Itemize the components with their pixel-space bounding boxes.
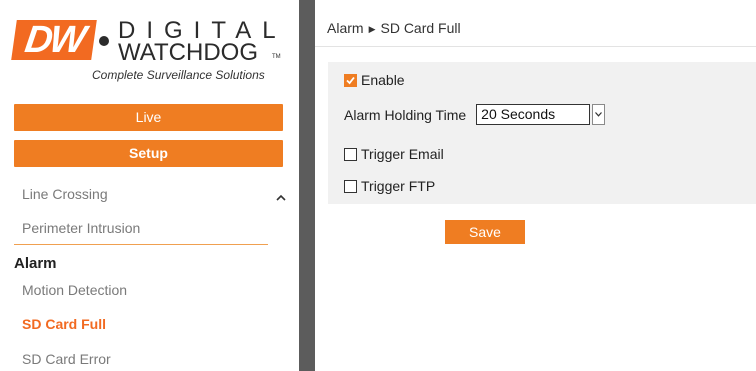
breadcrumb: Alarm ▶ SD Card Full [327, 20, 461, 36]
sidebar-item-sd-card-error[interactable]: SD Card Error [22, 351, 111, 367]
header-divider [315, 46, 756, 47]
logo-tagline: Complete Surveillance Solutions [92, 68, 265, 82]
logo-line-watchdog: WATCHDOG [118, 39, 258, 66]
holding-time-row: Alarm Holding Time 20 Seconds [344, 104, 606, 125]
chevron-up-icon[interactable] [276, 190, 286, 201]
trigger-email-label: Trigger Email [361, 146, 444, 162]
sidebar: DW DIGITAL WATCHDOG TM Complete Surveill… [0, 0, 296, 371]
triangle-right-icon: ▶ [368, 24, 376, 34]
holding-time-select[interactable]: 20 Seconds [476, 104, 606, 125]
main-content: Alarm ▶ SD Card Full Enable Alarm Holding … [315, 0, 756, 371]
trigger-email-row: Trigger Email [344, 146, 444, 162]
logo-trademark: TM [272, 54, 281, 60]
setup-button[interactable]: Setup [14, 140, 283, 167]
checkmark-icon [346, 76, 355, 84]
logo-dot [99, 36, 109, 46]
breadcrumb-current: SD Card Full [380, 20, 461, 36]
trigger-ftp-checkbox[interactable] [344, 179, 357, 193]
save-button[interactable]: Save [445, 220, 525, 244]
holding-time-value[interactable]: 20 Seconds [476, 104, 591, 125]
breadcrumb-parent: Alarm [327, 20, 364, 36]
settings-panel: Enable Alarm Holding Time 20 Seconds Tri… [328, 62, 756, 204]
logo-mark: DW [11, 19, 97, 61]
sidebar-nav: Line Crossing Perimeter Intrusion Alarm … [14, 176, 286, 371]
enable-checkbox[interactable] [344, 73, 357, 87]
digital-watchdog-logo: DW DIGITAL WATCHDOG TM Complete Surveill… [11, 18, 284, 88]
splitter-bar[interactable] [299, 0, 315, 371]
nav-section-alarm: Alarm [14, 255, 57, 272]
chevron-down-icon[interactable] [592, 104, 606, 125]
nav-divider [14, 244, 268, 245]
trigger-ftp-row: Trigger FTP [344, 178, 435, 194]
trigger-ftp-label: Trigger FTP [361, 178, 436, 194]
holding-time-label: Alarm Holding Time [344, 106, 467, 123]
trigger-email-checkbox[interactable] [344, 147, 357, 161]
sidebar-item-perimeter-intrusion[interactable]: Perimeter Intrusion [22, 220, 140, 236]
enable-label: Enable [361, 72, 405, 88]
sidebar-item-line-crossing[interactable]: Line Crossing [22, 186, 108, 202]
app-root: DW DIGITAL WATCHDOG TM Complete Surveill… [0, 0, 756, 371]
enable-row: Enable [344, 72, 405, 88]
sidebar-item-motion-detection[interactable]: Motion Detection [22, 282, 127, 298]
live-button[interactable]: Live [14, 104, 283, 131]
sidebar-item-sd-card-full[interactable]: SD Card Full [22, 316, 106, 332]
